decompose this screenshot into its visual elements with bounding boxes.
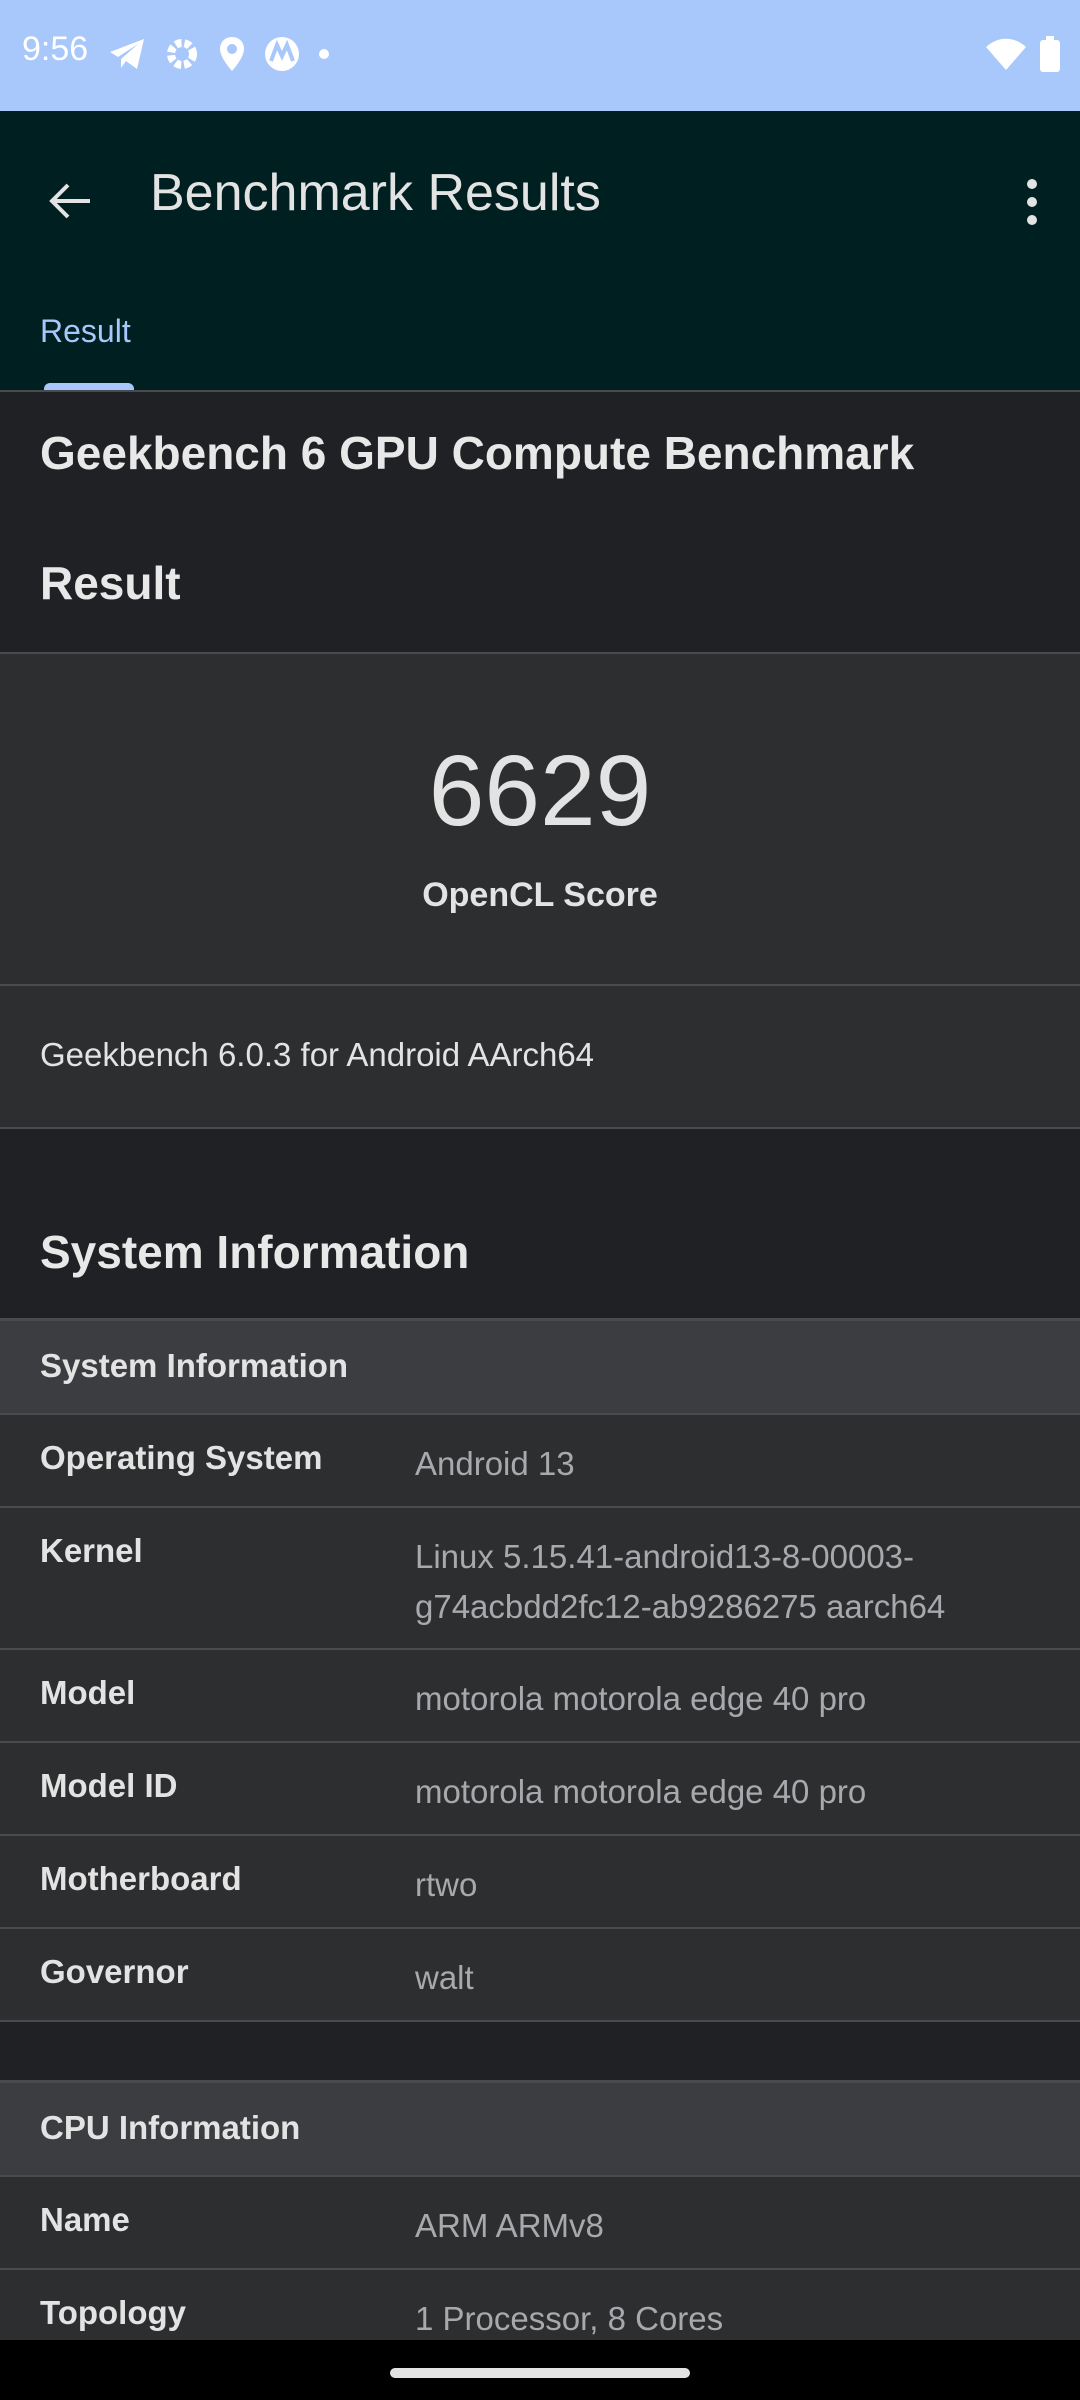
status-time: 9:56 — [22, 30, 89, 68]
system-info-table: System Information Operating System Andr… — [0, 1318, 1080, 2022]
score-card: 6629 OpenCL Score — [0, 654, 1080, 984]
benchmark-title: Geekbench 6 GPU Compute Benchmark — [40, 427, 915, 479]
divider — [0, 390, 1080, 392]
table-row: Operating System Android 13 — [0, 1415, 1080, 1508]
row-value: 1 Processor, 8 Cores — [415, 2300, 724, 2337]
score-value: 6629 — [428, 735, 652, 847]
table-row: Model ID motorola motorola edge 40 pro — [0, 1743, 1080, 1836]
telegram-icon — [110, 39, 144, 69]
table-header-label: System Information — [40, 1347, 349, 1384]
row-key: Model — [40, 1674, 136, 1711]
row-value: motorola motorola edge 40 pro — [415, 1773, 867, 1810]
status-icons-left — [108, 36, 330, 72]
score-label: OpenCL Score — [422, 876, 658, 914]
row-key: Governor — [40, 1953, 189, 1990]
table-header-label: CPU Information — [40, 2109, 301, 2146]
row-value: Linux 5.15.41-android13-8-00003-g74acbdd… — [415, 1538, 946, 1625]
table-row: Motherboard rtwo — [0, 1836, 1080, 1929]
row-key: Topology — [40, 2294, 187, 2331]
row-key: Operating System — [40, 1439, 323, 1476]
tab-result[interactable]: Result — [40, 313, 131, 350]
app-bar: Benchmark Results Result — [0, 111, 1080, 390]
dot-icon — [319, 49, 329, 59]
home-gesture-handle[interactable] — [390, 2368, 690, 2378]
settings-icon — [167, 39, 197, 69]
table-row: Kernel Linux 5.15.41-android13-8-00003-g… — [0, 1508, 1080, 1650]
battery-icon — [1040, 36, 1060, 72]
row-key: Name — [40, 2201, 130, 2238]
navigation-bar — [0, 2340, 1080, 2400]
row-key: Model ID — [40, 1767, 178, 1804]
location-icon — [220, 37, 244, 71]
row-key: Kernel — [40, 1532, 143, 1569]
row-value: rtwo — [415, 1866, 478, 1903]
more-options-button[interactable] — [1012, 167, 1052, 237]
wifi-icon — [986, 38, 1026, 70]
table-row: Governor walt — [0, 1929, 1080, 2022]
arrow-back-icon — [49, 183, 90, 219]
system-info-heading: System Information — [40, 1226, 470, 1278]
table-header: CPU Information — [0, 2080, 1080, 2177]
status-icons-right — [986, 36, 1060, 72]
row-key: Motherboard — [40, 1860, 242, 1897]
tab-indicator — [44, 383, 134, 390]
table-row: Name ARM ARMv8 — [0, 2177, 1080, 2270]
more-vert-icon — [1027, 179, 1037, 225]
status-bar: 9:56 — [0, 0, 1080, 111]
back-button[interactable] — [40, 171, 100, 231]
row-value: ARM ARMv8 — [415, 2207, 604, 2244]
table-header: System Information — [0, 1318, 1080, 1415]
page-title: Benchmark Results — [150, 164, 601, 222]
result-heading: Result — [40, 557, 181, 609]
row-value: walt — [415, 1959, 474, 1996]
cpu-info-table: CPU Information Name ARM ARMv8 Topology … — [0, 2080, 1080, 2363]
version-row: Geekbench 6.0.3 for Android AArch64 — [0, 986, 1080, 1127]
motorola-icon — [265, 37, 299, 71]
table-row: Model motorola motorola edge 40 pro — [0, 1650, 1080, 1743]
divider — [0, 1127, 1080, 1129]
version-text: Geekbench 6.0.3 for Android AArch64 — [40, 1036, 595, 1073]
row-value: motorola motorola edge 40 pro — [415, 1680, 867, 1717]
row-value: Android 13 — [415, 1445, 575, 1482]
